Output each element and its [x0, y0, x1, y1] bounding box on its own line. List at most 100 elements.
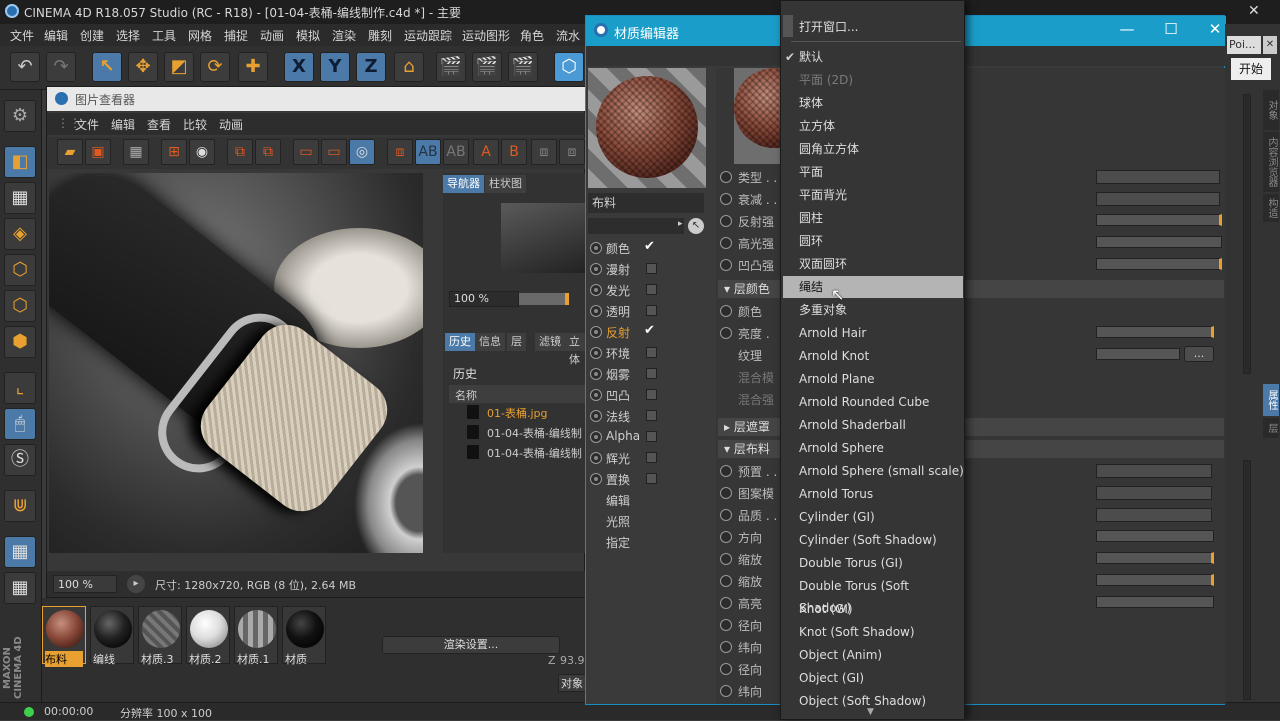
region-2-icon[interactable]: ▭ — [321, 139, 347, 165]
edges-mode-icon[interactable]: ⬡ — [4, 290, 36, 322]
maximize-icon[interactable]: ☐ — [1158, 20, 1184, 42]
menu-item[interactable]: 圆角立方体 — [799, 138, 964, 160]
menu-item[interactable]: Cylinder (GI) — [799, 506, 964, 528]
tab-histogram[interactable]: 柱状图 — [485, 175, 526, 193]
menu-item[interactable]: Object (Anim) — [799, 644, 964, 666]
copy-layer-icon[interactable]: ⧉ — [227, 139, 253, 165]
zoom-menu-icon[interactable]: ▸ — [127, 575, 145, 593]
points-mode-icon[interactable]: ⬡ — [4, 254, 36, 286]
history-item[interactable]: 01-04-表桶-编线制 — [487, 445, 582, 461]
menu-item[interactable]: 平面 (2D) — [799, 69, 964, 91]
scale-icon[interactable]: ◩ — [164, 52, 194, 82]
menu-item[interactable]: 平面 — [799, 161, 964, 183]
attributes-scrollbar-lower[interactable] — [1243, 460, 1251, 700]
tab-structure[interactable]: 构造 — [1263, 194, 1279, 222]
arrow-right-icon[interactable]: ▸ — [678, 219, 686, 233]
menu-item[interactable]: 平面背光 — [799, 184, 964, 206]
workplane-lock-icon[interactable]: ▦ — [4, 536, 36, 568]
menu-item[interactable]: 圆柱 — [799, 207, 964, 229]
snap-magnet-icon[interactable]: ⋓ — [4, 490, 36, 522]
layer-icon[interactable]: ⧉ — [255, 139, 281, 165]
channel-checkbox[interactable] — [646, 473, 657, 484]
menu-item[interactable]: Arnold Torus — [799, 483, 964, 505]
menu-edit[interactable]: 编辑 — [44, 27, 68, 44]
minimize-icon[interactable]: — — [1114, 20, 1140, 42]
channel-diffusion[interactable]: 漫射 — [590, 259, 710, 279]
add-object-icon[interactable]: ✚ — [238, 52, 268, 82]
material-name-field[interactable]: 布料 — [588, 193, 704, 213]
tab-layer[interactable]: 层 — [507, 333, 526, 351]
navigator-zoom-slider[interactable] — [519, 293, 569, 305]
channel-checkbox[interactable] — [646, 410, 657, 421]
menu-item[interactable]: Arnold Hair — [799, 322, 964, 344]
quality-dropdown[interactable] — [1096, 508, 1212, 522]
menu-simulate[interactable]: 模拟 — [296, 27, 320, 44]
channel-environment[interactable]: 环境 — [590, 343, 710, 363]
pick-icon[interactable]: ↖ — [688, 218, 704, 234]
workplane-icon[interactable]: ⚙ — [4, 100, 36, 132]
menu-item[interactable]: 圆环 — [799, 230, 964, 252]
tweak-mode-icon[interactable]: 🖱 — [4, 408, 36, 440]
channel-displacement[interactable]: 置换 — [590, 469, 710, 489]
search-field[interactable]: Poi... — [1227, 36, 1261, 54]
menu-item[interactable]: Cylinder (Soft Shadow) — [799, 529, 964, 551]
axis-x-button[interactable]: X — [284, 52, 314, 82]
channel-checkbox[interactable] — [646, 263, 657, 274]
menu-file[interactable]: 文件 — [10, 27, 34, 44]
menu-item-highlighted[interactable]: 绳结 — [783, 276, 963, 298]
fit-icon[interactable]: ⊞ — [161, 139, 187, 165]
sub-illumination[interactable]: 光照 — [606, 513, 630, 530]
material-item-cloth[interactable]: 布料 — [42, 606, 86, 667]
reflection-strength-slider[interactable] — [1096, 214, 1222, 226]
navigator-zoom-field[interactable]: 100 % — [449, 291, 519, 307]
menu-item[interactable]: Arnold Shaderball — [799, 414, 964, 436]
channel-checkbox[interactable] — [646, 305, 657, 316]
clear-icon[interactable]: ✕ — [1263, 36, 1277, 54]
channel-normal[interactable]: 法线 — [590, 406, 710, 426]
menu-mograph[interactable]: 运动图形 — [462, 27, 510, 44]
ab-disabled-icon[interactable]: AB — [443, 139, 469, 165]
scroll-down-icon[interactable]: ▼ — [867, 707, 874, 717]
menu-item[interactable]: Arnold Knot — [799, 345, 964, 367]
undo-icon[interactable]: ↶ — [10, 52, 40, 82]
stereo-icon[interactable]: ⧈ — [531, 139, 557, 165]
material-search-field[interactable] — [588, 218, 684, 234]
stereo-2-icon[interactable]: ⧈ — [559, 139, 585, 165]
menu-item[interactable]: Knot (GI) — [799, 598, 964, 620]
polygons-mode-icon[interactable]: ⬢ — [4, 326, 36, 358]
channel-checkbox[interactable] — [646, 368, 657, 379]
render-view-icon[interactable]: 🎬 — [436, 52, 466, 82]
region-icon[interactable]: ▭ — [293, 139, 319, 165]
render-picture-viewer-icon[interactable]: 🎬 — [472, 52, 502, 82]
channel-reflectance[interactable]: 反射 ✔ — [590, 322, 710, 342]
menu-item[interactable]: Double Torus (Soft Shadow) — [799, 575, 964, 615]
object-coord-button[interactable]: 对象 — [558, 674, 586, 692]
channel-checkbox[interactable] — [646, 389, 657, 400]
tab-filter[interactable]: 滤镜 — [535, 333, 565, 351]
tab-stereo[interactable]: 立体 — [565, 333, 586, 366]
coordinate-system-icon[interactable]: ⌂ — [394, 52, 424, 82]
region-3-icon[interactable]: ◎ — [349, 139, 375, 165]
menu-item[interactable]: 立方体 — [799, 115, 964, 137]
tab-info[interactable]: 信息 — [475, 333, 505, 351]
check-icon[interactable]: ✔ — [644, 324, 655, 337]
move-icon[interactable]: ✥ — [128, 52, 158, 82]
texture-browse-button[interactable]: ... — [1184, 346, 1214, 362]
menu-item[interactable]: 球体 — [799, 92, 964, 114]
workplane-grid-icon[interactable]: ◈ — [4, 218, 36, 250]
ab-compare-icon[interactable]: ⧈ — [387, 139, 413, 165]
channel-color[interactable]: 颜色 ✔ — [590, 238, 710, 258]
material-preview[interactable] — [588, 68, 706, 188]
menu-item[interactable]: Object (GI) — [799, 667, 964, 689]
axis-y-button[interactable]: Y — [320, 52, 350, 82]
sub-editor[interactable]: 编辑 — [606, 492, 630, 509]
pv-menu-edit[interactable]: 编辑 — [111, 116, 135, 133]
history-item[interactable]: 01-04-表桶-编线制 — [487, 425, 582, 441]
type-dropdown[interactable] — [1096, 170, 1220, 184]
menu-item[interactable]: Arnold Plane — [799, 368, 964, 390]
menu-character[interactable]: 角色 — [520, 27, 544, 44]
menu-item[interactable]: 多重对象 — [799, 299, 964, 321]
channel-transparency[interactable]: 透明 — [590, 301, 710, 321]
axis-mode-icon[interactable]: ⌞ — [4, 372, 36, 404]
channel-checkbox[interactable] — [646, 347, 657, 358]
